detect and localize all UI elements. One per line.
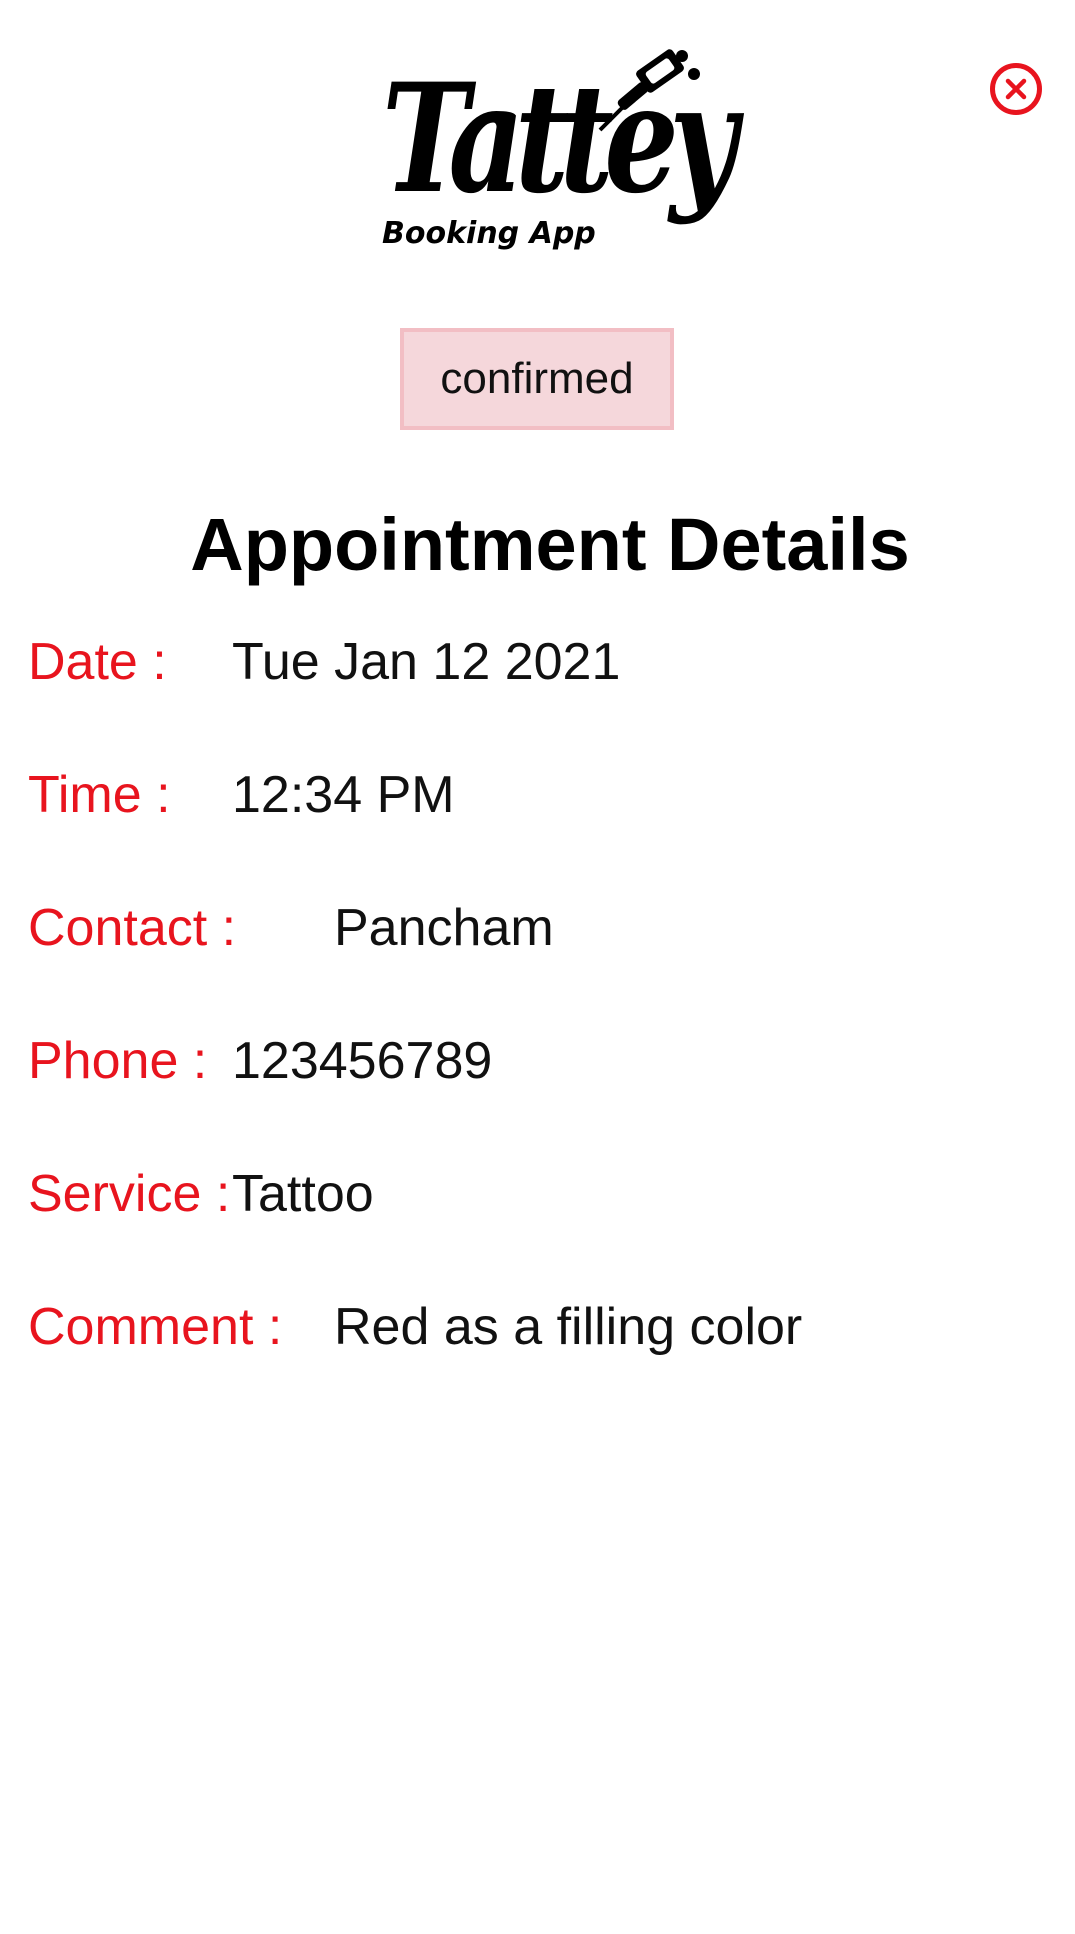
comment-value: Red as a filling color [334, 1298, 803, 1356]
time-label: Time : [28, 766, 171, 824]
phone-value: 123456789 [232, 1032, 493, 1090]
close-button[interactable] [990, 63, 1042, 115]
service-value: Tattoo [232, 1165, 374, 1223]
app-logo: Tattey Booking App [370, 48, 737, 263]
logo-subtitle: Booking App [382, 216, 596, 251]
close-icon [1005, 78, 1027, 100]
page-title: Appointment Details [190, 503, 910, 586]
contact-value: Pancham [334, 899, 554, 957]
service-label: Service : [28, 1165, 231, 1223]
status-badge: confirmed [400, 328, 674, 430]
phone-label: Phone : [28, 1032, 208, 1090]
tattoo-machine-icon [598, 49, 700, 132]
contact-label: Contact : [28, 899, 237, 957]
date-label: Date : [28, 633, 167, 691]
comment-label: Comment : [28, 1298, 283, 1356]
date-value: Tue Jan 12 2021 [232, 633, 621, 691]
time-value: 12:34 PM [232, 766, 455, 824]
